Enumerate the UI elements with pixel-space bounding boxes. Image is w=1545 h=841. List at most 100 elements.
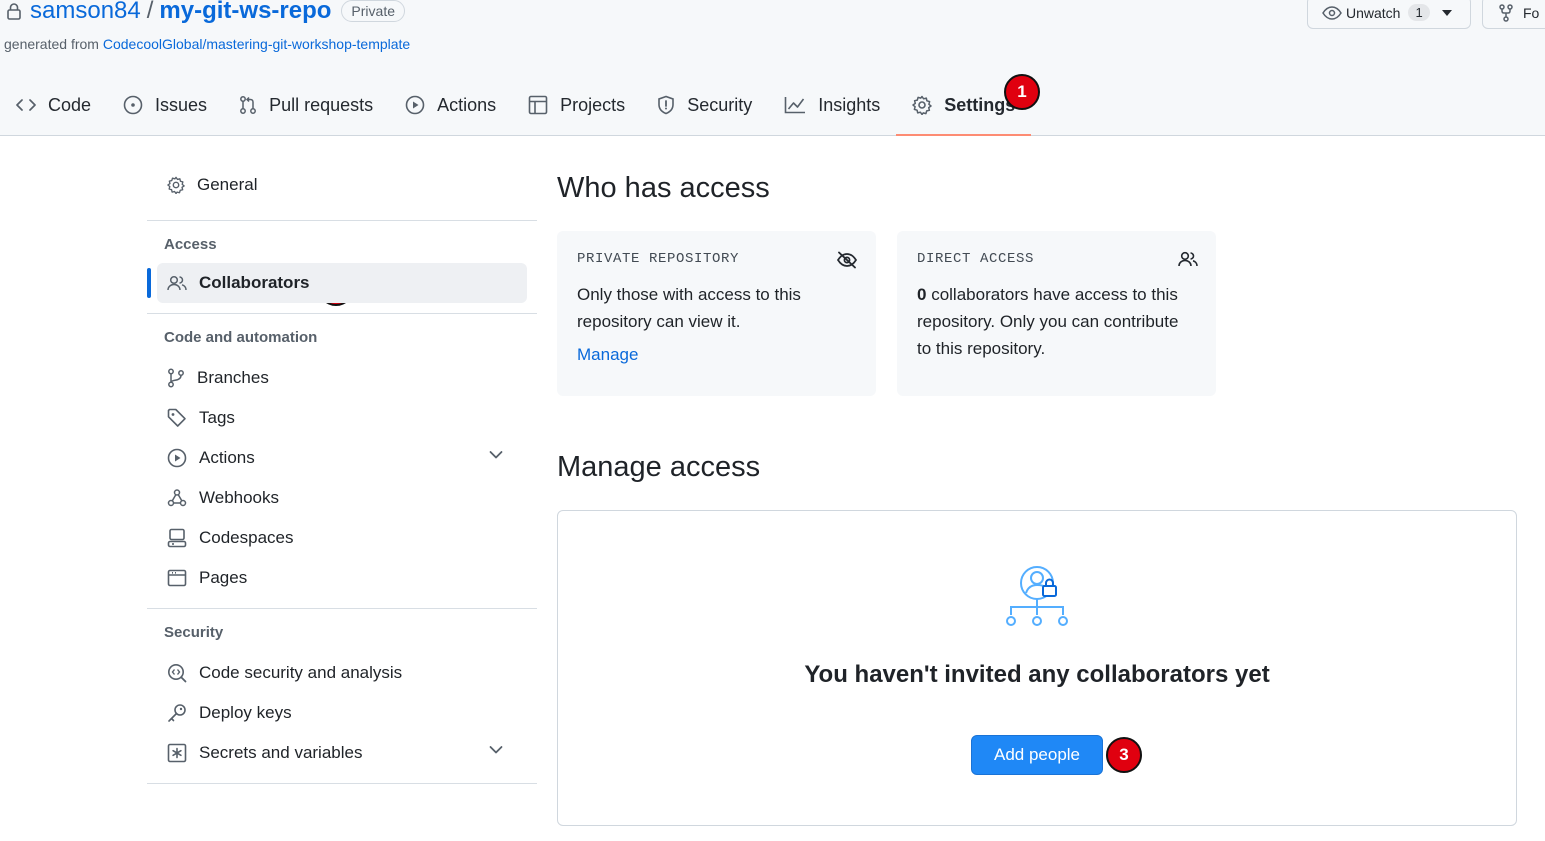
repo-name-link[interactable]: my-git-ws-repo [159, 0, 331, 25]
card-text: 0 collaborators have access to this repo… [917, 281, 1196, 362]
sidebar-item-secrets[interactable]: Secrets and variables [147, 733, 537, 773]
empty-state-title: You haven't invited any collaborators ye… [804, 661, 1270, 688]
card-text: Only those with access to this repositor… [577, 285, 801, 331]
sidebar-divider [147, 608, 537, 609]
sidebar-item-label: Codespaces [199, 528, 294, 547]
tab-code[interactable]: Code [0, 80, 107, 130]
who-has-access-title: Who has access [557, 172, 770, 204]
tab-label: Projects [560, 94, 626, 115]
unwatch-button[interactable]: Unwatch 1 [1307, 0, 1471, 29]
tab-pull-requests[interactable]: Pull requests [223, 80, 389, 130]
unwatch-label: Unwatch [1346, 4, 1401, 21]
people-icon [1178, 251, 1198, 267]
fork-icon [1499, 3, 1513, 22]
sidebar-divider [147, 220, 537, 221]
card-label: PRIVATE REPOSITORY [577, 251, 740, 267]
people-icon [167, 275, 199, 291]
eye-icon [1322, 5, 1342, 20]
tab-label: Security [687, 94, 753, 115]
sidebar-divider [147, 783, 537, 784]
template-link[interactable]: CodecoolGlobal/mastering-git-workshop-te… [103, 36, 410, 52]
sidebar-item-branches[interactable]: Branches [147, 358, 537, 398]
annotation-badge-1: 1 [1004, 74, 1040, 110]
sidebar-item-collaborators[interactable]: Collaborators [147, 263, 527, 303]
sidebar-item-pages[interactable]: Pages [147, 558, 537, 598]
sidebar-item-codespaces[interactable]: Codespaces [147, 518, 537, 558]
sidebar-item-label: General [197, 175, 258, 194]
pull-request-icon [239, 95, 269, 115]
repo-nav: Code Issues Pull requests Actions Projec… [0, 80, 1032, 136]
eye-closed-icon [836, 251, 858, 269]
tab-label: Code [48, 94, 92, 115]
card-label: DIRECT ACCESS [917, 251, 1035, 267]
sidebar-heading-security: Security [164, 624, 224, 641]
sidebar-item-label: Branches [197, 368, 269, 387]
sidebar-item-deploy-keys[interactable]: Deploy keys [147, 693, 537, 733]
sidebar-item-label: Webhooks [199, 488, 280, 507]
lock-icon [6, 2, 22, 20]
chevron-down-icon[interactable] [489, 450, 515, 460]
sidebar-heading-code-automation: Code and automation [164, 329, 318, 346]
tab-insights[interactable]: Insights [768, 80, 896, 130]
issue-icon [123, 95, 155, 115]
direct-access-text: collaborators have access to this reposi… [917, 285, 1179, 358]
tab-label: Actions [437, 94, 497, 115]
add-people-button[interactable]: Add people [971, 735, 1103, 775]
manage-link[interactable]: Manage [577, 345, 856, 365]
triangle-down-icon [1441, 9, 1452, 16]
sidebar-item-label: Deploy keys [199, 703, 292, 722]
repo-separator: / [146, 0, 154, 24]
repo-owner-link[interactable]: samson84 [30, 0, 141, 25]
direct-access-card: DIRECT ACCESS 0 collaborators have acces… [897, 231, 1216, 396]
graph-icon [784, 96, 818, 114]
tab-label: Pull requests [269, 94, 374, 115]
sidebar-heading-access: Access [164, 236, 217, 253]
code-icon [16, 98, 48, 112]
sidebar-item-tags[interactable]: Tags [147, 398, 537, 438]
codespaces-icon [167, 528, 199, 548]
settings-sidebar: General Access Collaborators Code and au… [147, 160, 537, 794]
visibility-badge: Private [341, 0, 405, 22]
collaborators-lock-icon [1004, 563, 1070, 629]
key-icon [167, 703, 199, 723]
sidebar-item-label: Secrets and variables [199, 743, 363, 762]
gear-icon [912, 95, 944, 115]
asterisk-box-icon [167, 743, 199, 763]
repo-title: samson84 / my-git-ws-repo Private [6, 0, 405, 26]
sidebar-item-code-security[interactable]: Code security and analysis [147, 653, 537, 693]
repo-header: samson84 / my-git-ws-repo Private genera… [0, 0, 1545, 136]
watch-counter: 1 [1408, 4, 1430, 21]
tab-projects[interactable]: Projects [512, 80, 641, 130]
sidebar-item-actions[interactable]: Actions [147, 438, 537, 478]
gear-icon [167, 176, 197, 194]
fork-label: Fo [1523, 4, 1540, 21]
sidebar-item-label: Code security and analysis [199, 663, 403, 682]
manage-access-box: You haven't invited any collaborators ye… [557, 510, 1517, 826]
sidebar-item-label: Tags [199, 408, 235, 427]
play-icon [167, 448, 199, 468]
sidebar-divider [147, 313, 537, 314]
tab-security[interactable]: Security [641, 80, 768, 130]
tab-label: Issues [155, 94, 208, 115]
branch-icon [167, 368, 197, 388]
play-icon [405, 95, 437, 115]
browser-icon [167, 568, 199, 588]
sidebar-item-webhooks[interactable]: Webhooks [147, 478, 537, 518]
private-repository-card: PRIVATE REPOSITORY Only those with acces… [557, 231, 876, 396]
webhook-icon [167, 488, 199, 508]
codescan-icon [167, 663, 199, 683]
fork-button[interactable]: Fo [1482, 0, 1545, 29]
sidebar-item-label: Actions [199, 448, 255, 467]
sidebar-item-label: Collaborators [199, 273, 310, 292]
tab-issues[interactable]: Issues [107, 80, 223, 130]
manage-access-title: Manage access [557, 451, 761, 483]
sidebar-item-general[interactable]: General [147, 160, 537, 210]
generated-from: generated from CodecoolGlobal/mastering-… [4, 36, 410, 52]
sidebar-item-label: Pages [199, 568, 248, 587]
table-icon [528, 95, 560, 115]
tab-actions[interactable]: Actions [389, 80, 512, 130]
shield-icon [657, 95, 687, 115]
tab-label: Insights [818, 94, 881, 115]
generated-from-label: generated from [4, 36, 99, 52]
chevron-down-icon[interactable] [489, 745, 515, 755]
